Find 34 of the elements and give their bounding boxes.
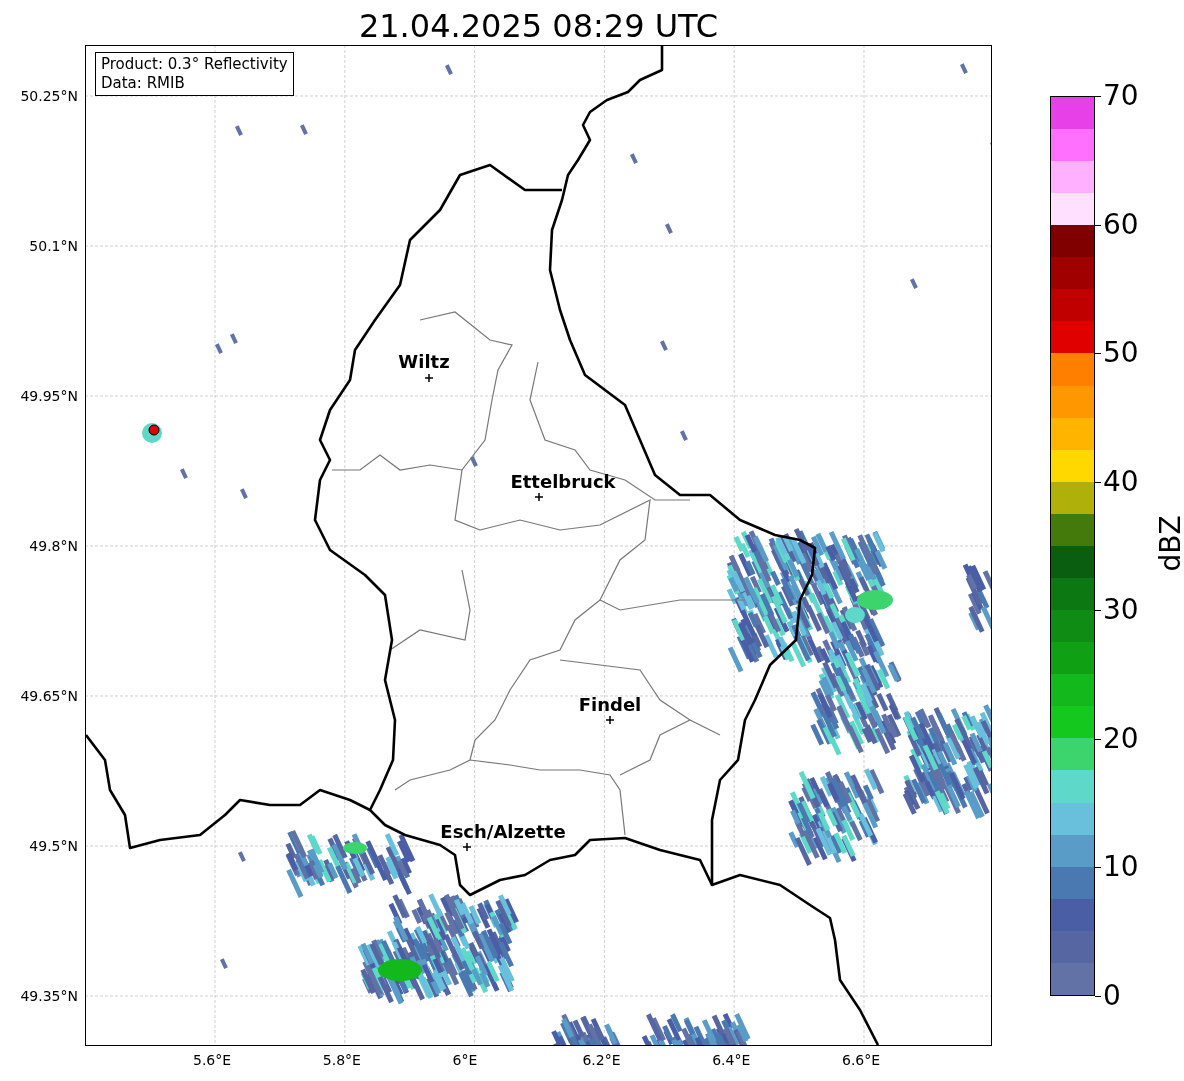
city-marker-icon [462, 842, 472, 852]
city-marker-icon [605, 715, 615, 725]
colorbar-label: dBZ [1153, 515, 1184, 572]
axis-tick-label: 5.8°E [322, 1052, 361, 1068]
axis-tick-label: 6°E [452, 1052, 478, 1068]
axis-tick-label: 50.1°N [29, 238, 78, 254]
axis-tick-label: 49.65°N [20, 688, 78, 704]
colorbar-tick-label: 30 [1103, 595, 1139, 626]
chart-title: 21.04.2025 08:29 UTC [357, 6, 720, 45]
city-marker-icon [534, 492, 544, 502]
axis-tick-label: 49.8°N [29, 538, 78, 554]
axis-tick-label: 5.6°E [193, 1052, 232, 1068]
axis-tick-label: 49.5°N [29, 838, 78, 854]
colorbar-tick-label: 50 [1103, 338, 1139, 369]
colorbar-tick-label: 40 [1103, 466, 1139, 497]
axis-tick-label: 6.6°E [842, 1052, 881, 1068]
legend-text: Data: RMIB [101, 74, 186, 93]
city-label: Ettelbruck [510, 471, 616, 492]
city-label: Esch/Alzette [440, 821, 566, 842]
colorbar-tick-label: 10 [1103, 852, 1139, 883]
axis-tick-label: 50.25°N [20, 88, 78, 104]
colorbar-tick-label: 70 [1103, 81, 1139, 111]
city-label: Wiltz [398, 351, 450, 372]
colorbar-tick-label: 0 [1103, 981, 1121, 1011]
colorbar-tick-label: 20 [1103, 723, 1139, 754]
city-label: Findel [578, 694, 642, 715]
radar-site-marker [148, 424, 160, 436]
axis-tick-label: 49.95°N [20, 388, 78, 404]
axis-tick-label: 49.35°N [20, 988, 78, 1004]
axis-tick-label: 6.4°E [712, 1052, 751, 1068]
city-marker-icon [424, 373, 434, 383]
axis-tick-label: 6.2°E [582, 1052, 621, 1068]
colorbar-tick-label: 60 [1103, 209, 1139, 240]
legend-text: Product: 0.3° Reflectivity [101, 55, 288, 74]
